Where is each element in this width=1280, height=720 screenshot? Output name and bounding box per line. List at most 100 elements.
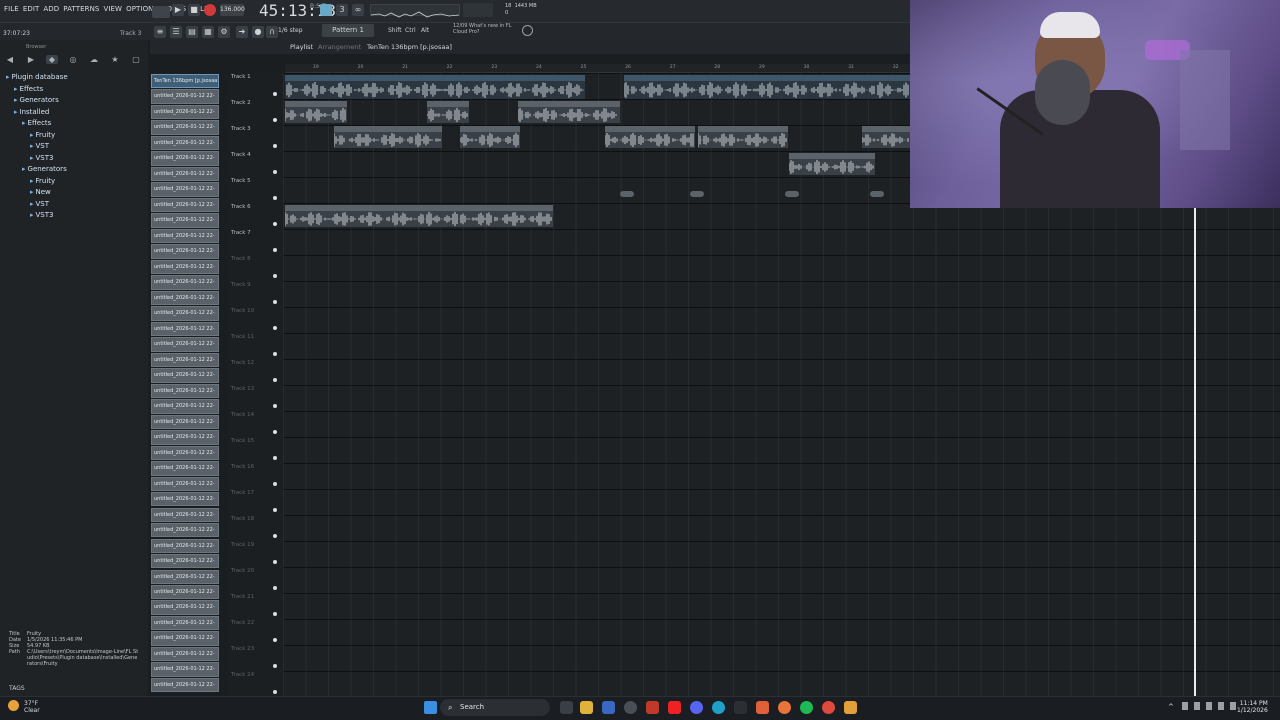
picker-clip-item[interactable]: untitled_2026-01-12 22- [151, 290, 219, 306]
menu-item-edit[interactable]: EDIT [23, 5, 40, 13]
back-icon[interactable]: ◀ [4, 55, 16, 64]
folder-icon[interactable]: ▢ [130, 55, 142, 64]
tray-mic-icon[interactable] [1206, 702, 1212, 710]
track-header-label[interactable]: Track 6 [231, 204, 251, 210]
track-mute-dot[interactable] [273, 560, 277, 564]
browser-tree-item[interactable]: ▸ Generators [14, 96, 59, 104]
track-header-label[interactable]: Track 10 [231, 308, 254, 314]
track-header-label[interactable]: Track 4 [231, 152, 251, 158]
tray-app-icon[interactable] [1182, 702, 1188, 710]
tray-update-icon[interactable] [1194, 702, 1200, 710]
browser-tree-item[interactable]: ▸ VST3 [30, 211, 53, 219]
playlist-project[interactable]: TenTen 136bpm [p.jsosaa] [367, 43, 452, 51]
wait-input-icon[interactable]: 3 [336, 4, 348, 16]
track-header-label[interactable]: Track 9 [231, 282, 251, 288]
track-mute-dot[interactable] [273, 586, 277, 590]
track-header-label[interactable]: Track 11 [231, 334, 254, 340]
audio-clip[interactable]: TenTen 136bpm [p.jsosaa] [285, 75, 585, 99]
track-header-label[interactable]: Track 15 [231, 438, 254, 444]
audio-clip[interactable]: untitled_2026-...Record [@shosom] [698, 126, 788, 148]
automation-point[interactable] [690, 191, 704, 197]
track-mute-dot[interactable] [273, 248, 277, 252]
picker-clip-item[interactable]: untitled_2026-01-12 22- [151, 104, 219, 120]
automation-point[interactable] [870, 191, 884, 197]
picker-clip-item[interactable]: untitled_2026-01-12 22- [151, 89, 219, 104]
firefox-icon[interactable] [778, 701, 791, 714]
timeline-ruler[interactable]: 1920212223242526272829303132333435363738… [285, 64, 1211, 73]
audio-clip[interactable]: untitled_2026-01-...13_Record [@shosom] [518, 101, 620, 123]
picker-clip-item[interactable]: untitled_2026-01-12 22- [151, 631, 219, 646]
browser-tree-item[interactable]: ▸ VST [30, 142, 49, 150]
track-header-label[interactable]: Track 3 [231, 126, 251, 132]
file-explorer-icon[interactable] [580, 701, 593, 714]
ctrl-modifier[interactable]: Ctrl [405, 27, 416, 34]
browser-tree-item[interactable]: ▸ New [30, 188, 51, 196]
picker-clip-item[interactable]: untitled_2026-01-12 22- [151, 151, 219, 166]
track-mute-dot[interactable] [273, 300, 277, 304]
plugin-database-tab-icon[interactable]: ◆ [46, 55, 58, 64]
track-header-label[interactable]: Track 14 [231, 412, 254, 418]
track-header-label[interactable]: Track 1 [231, 74, 251, 80]
browser-tree-item[interactable]: ▸ Fruity [30, 177, 55, 185]
track-mute-dot[interactable] [273, 144, 277, 148]
picker-clip-item[interactable]: untitled_2026-01-12 22- [151, 662, 219, 677]
track-header-label[interactable]: Track 12 [231, 360, 254, 366]
loop-record-icon[interactable]: ∞ [352, 4, 364, 16]
pattern-selector[interactable]: Pattern 1 [322, 24, 374, 37]
picker-clip-item[interactable]: untitled_2026-01-12 22- [151, 677, 219, 693]
favorites-icon[interactable]: ★ [109, 55, 121, 64]
tags-label[interactable]: TAGS [9, 685, 25, 692]
track-mute-dot[interactable] [273, 170, 277, 174]
picker-clip-item[interactable]: untitled_2026-01-12 22- [151, 445, 219, 461]
picker-clip-item[interactable]: untitled_2026-01-12 22- [151, 507, 219, 522]
picker-clip-item[interactable]: untitled_2026-01-12 22- [151, 135, 219, 151]
mixer-icon[interactable]: ☰ [170, 26, 182, 38]
youtube-icon[interactable] [668, 701, 681, 714]
audio-clip[interactable]: untitled_2026-01... [862, 126, 910, 148]
track-mute-dot[interactable] [273, 508, 277, 512]
browser-tree-item[interactable]: ▸ Fruity [30, 131, 55, 139]
audio-clip[interactable]: untitled_2026-01-12 23-13-13_Record [@sh… [285, 205, 553, 227]
track-mute-dot[interactable] [273, 690, 277, 694]
song-mode-button[interactable] [152, 6, 170, 18]
track-header-label[interactable]: Track 18 [231, 516, 254, 522]
task-view-icon[interactable] [560, 701, 573, 714]
edge-icon[interactable] [712, 701, 725, 714]
tray-network-icon[interactable] [1218, 702, 1224, 710]
picker-clip-item[interactable]: TenTen 136bpm [p.jsosaa] [151, 74, 219, 89]
track-mute-dot[interactable] [273, 326, 277, 330]
picker-clip-item[interactable]: untitled_2026-01-12 22- [151, 306, 219, 321]
tempo-display[interactable]: 136.000 [220, 4, 245, 16]
taskbar-clock[interactable]: 11:14 PM 1/12/2026 [1237, 700, 1268, 714]
picker-clip-item[interactable]: untitled_2026-01-12 22- [151, 569, 219, 584]
picker-clip-item[interactable]: untitled_2026-01-12 22- [151, 584, 219, 600]
forward-icon[interactable]: ▶ [25, 55, 37, 64]
browser-tree-item[interactable]: ▸ Plugin database [6, 73, 68, 81]
picker-clip-item[interactable]: untitled_2026-01-12 22- [151, 321, 219, 337]
track-mute-dot[interactable] [273, 664, 277, 668]
channel-rack-icon[interactable]: ≡ [154, 26, 166, 38]
picker-clip-item[interactable]: untitled_2026-01-12 22- [151, 476, 219, 491]
picker-clip-item[interactable]: untitled_2026-01-12 22- [151, 259, 219, 275]
audio-clip[interactable]: TenTen 136bpm [p.jsosaa] [624, 75, 910, 99]
playlist-icon[interactable]: ▦ [202, 26, 214, 38]
audio-clip[interactable]: untitled_...1@shosom] [460, 126, 520, 148]
weather-widget[interactable]: 37°F Clear [24, 700, 40, 714]
track-header-label[interactable]: Track 22 [231, 620, 254, 626]
browser-tree-item[interactable]: ▸ Installed [14, 108, 49, 116]
picker-clip-item[interactable]: untitled_2026-01-12 22- [151, 554, 219, 569]
arrow-right-icon[interactable]: ➜ [236, 26, 248, 38]
tray-chevron-icon[interactable]: ^ [1168, 703, 1174, 711]
track-mute-dot[interactable] [273, 118, 277, 122]
track-mute-dot[interactable] [273, 274, 277, 278]
snap-selector[interactable]: 1/6 step [278, 27, 303, 34]
play-button[interactable]: ▶ [172, 4, 184, 16]
master-volume-slider[interactable] [463, 3, 493, 17]
picker-clip-item[interactable]: untitled_2026-01-12 22- [151, 352, 219, 368]
taskbar-search[interactable]: Search [440, 699, 550, 716]
browser-tree-item[interactable]: ▸ Effects [14, 85, 43, 93]
picker-clip-item[interactable]: untitled_2026-01-12 22- [151, 523, 219, 538]
track-mute-dot[interactable] [273, 404, 277, 408]
record-button[interactable] [204, 4, 216, 16]
audio-clip[interactable]: untitled_2026-...ecord [@shosom] [789, 153, 875, 175]
